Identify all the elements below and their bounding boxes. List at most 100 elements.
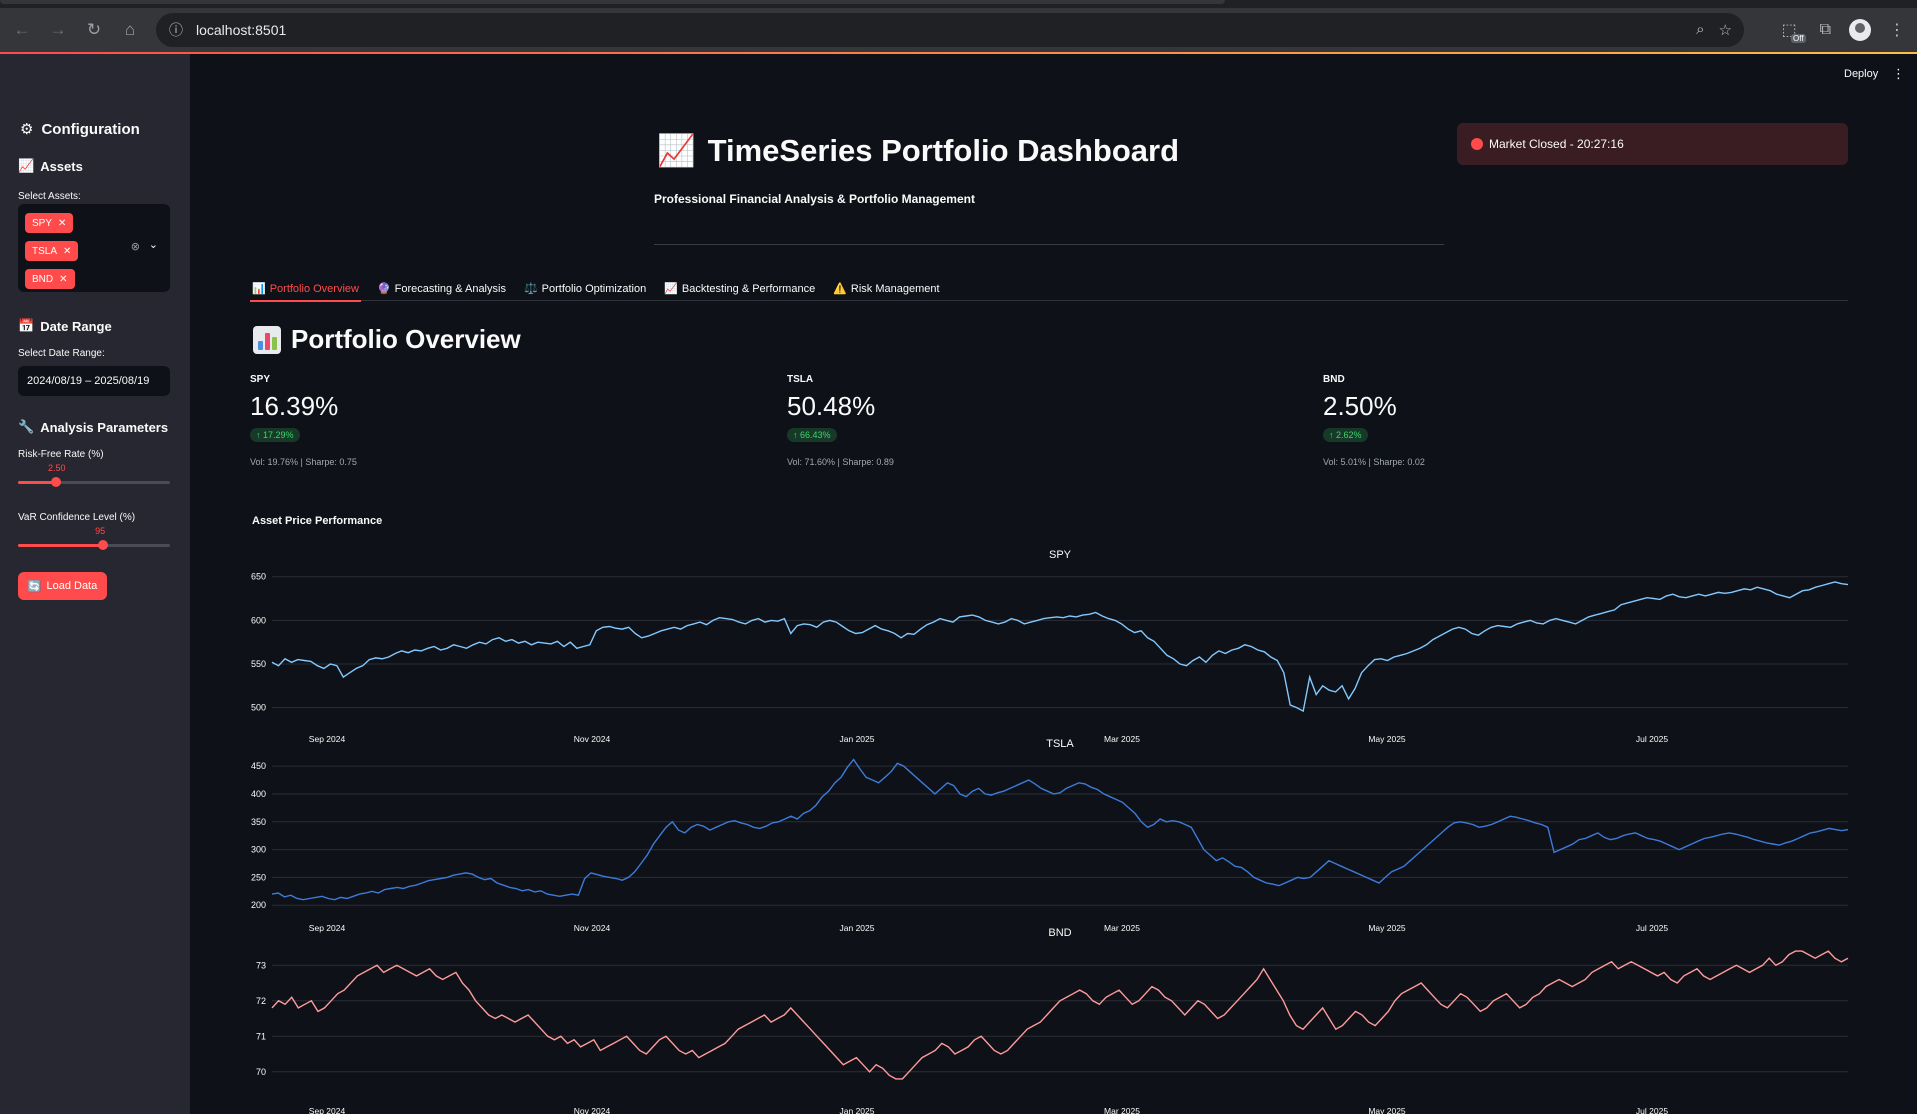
site-info-icon[interactable]: ⓘ bbox=[156, 20, 196, 40]
browser-toolbar: ← → ↻ ⌂ ⓘ localhost:8501 ⌕ ☆ ⬚ Off ⧉ ⋮ bbox=[0, 8, 1917, 52]
metric-label: TSLA bbox=[787, 374, 814, 385]
wrench-icon: 🔧 bbox=[18, 419, 35, 434]
remove-chip-icon[interactable]: ✕ bbox=[63, 246, 71, 257]
remove-chip-icon[interactable]: ✕ bbox=[59, 274, 67, 285]
clear-all-icon[interactable]: ⊗ bbox=[131, 240, 140, 253]
forward-icon[interactable]: → bbox=[40, 12, 76, 48]
x-tick-label: Mar 2025 bbox=[1104, 923, 1140, 933]
params-section-title: 🔧 Analysis Parameters bbox=[18, 419, 169, 435]
y-tick-label: 250 bbox=[251, 872, 266, 882]
extensions-puzzle-icon[interactable]: ⧉ bbox=[1820, 21, 1831, 39]
metric-label: BND bbox=[1323, 374, 1345, 385]
tab-optimization[interactable]: ⚖️ Portfolio Optimization bbox=[522, 276, 648, 301]
x-tick-label: May 2025 bbox=[1368, 734, 1406, 744]
price-charts[interactable]: SPY 500 550 600 650 Sep 2024 Nov 2024 Jan 2025 M… bbox=[240, 540, 1850, 1114]
sidebar-config-title: ⚙ Configuration bbox=[20, 120, 140, 139]
overview-title: Portfolio Overview bbox=[253, 324, 521, 355]
chart-increasing-icon: 📈 bbox=[657, 133, 696, 168]
series-line-spy bbox=[271, 581, 1849, 713]
zoom-icon[interactable]: ⌕ bbox=[1696, 21, 1704, 39]
risk-free-slider[interactable] bbox=[18, 477, 170, 487]
address-bar[interactable]: ⓘ localhost:8501 ⌕ ☆ bbox=[156, 13, 1744, 47]
home-icon[interactable]: ⌂ bbox=[112, 12, 148, 48]
y-tick-label: 450 bbox=[251, 761, 266, 771]
y-tick-label: 200 bbox=[251, 900, 266, 910]
bookmark-star-icon[interactable]: ☆ bbox=[1719, 21, 1732, 39]
crystal-ball-icon: 🔮 bbox=[376, 283, 391, 295]
y-tick-label: 400 bbox=[251, 789, 266, 799]
chevron-down-icon[interactable]: ⌄ bbox=[149, 238, 158, 251]
asset-chip-spy[interactable]: SPY ✕ bbox=[25, 213, 74, 233]
calendar-icon: 📅 bbox=[18, 318, 35, 333]
profile-avatar[interactable] bbox=[1849, 19, 1871, 41]
risk-free-value: 2.50 bbox=[48, 463, 66, 473]
tab-risk-management[interactable]: ⚠️ Risk Management bbox=[831, 276, 941, 301]
slider-thumb[interactable] bbox=[98, 540, 109, 550]
series-line-tsla bbox=[271, 758, 1849, 901]
main-menu-icon[interactable]: ⋮ bbox=[1892, 66, 1905, 82]
x-tick-label: Sep 2024 bbox=[309, 923, 346, 933]
date-range-input[interactable]: 2024/08/19 – 2025/08/19 bbox=[18, 366, 170, 396]
remove-chip-icon[interactable]: ✕ bbox=[58, 218, 66, 229]
bar-chart-icon bbox=[253, 325, 281, 354]
asset-chip-tsla[interactable]: TSLA ✕ bbox=[25, 241, 79, 261]
metric-note: Vol: 71.60% | Sharpe: 0.89 bbox=[787, 457, 894, 467]
refresh-icon: 🔄 bbox=[27, 580, 42, 593]
page-subtitle: Professional Financial Analysis & Portfo… bbox=[654, 192, 975, 206]
deploy-button[interactable]: Deploy bbox=[1844, 68, 1878, 80]
x-tick-label: May 2025 bbox=[1368, 1106, 1406, 1114]
load-data-button[interactable]: 🔄 Load Data bbox=[18, 572, 107, 600]
metric-bnd: BND 2.50% ↑ 2.62% Vol: 5.01% | Sharpe: 0… bbox=[1323, 374, 1425, 467]
assets-section-title: 📈 Assets bbox=[18, 158, 83, 174]
x-tick-label: Jul 2025 bbox=[1636, 923, 1668, 933]
chart-heading: Asset Price Performance bbox=[252, 515, 383, 527]
asset-chip-bnd[interactable]: BND ✕ bbox=[25, 269, 75, 289]
x-tick-label: Sep 2024 bbox=[309, 1106, 346, 1114]
scales-icon: ⚖️ bbox=[523, 283, 538, 295]
slider-thumb[interactable] bbox=[51, 477, 61, 487]
assets-multiselect[interactable]: SPY ✕ TSLA ✕ BND ✕ ⊗ ⌄ bbox=[18, 204, 170, 292]
gear-icon: ⚙ bbox=[20, 121, 34, 138]
y-tick-label: 600 bbox=[251, 615, 266, 625]
metric-label: SPY bbox=[250, 374, 271, 385]
y-tick-label: 73 bbox=[256, 960, 266, 970]
var-confidence-slider[interactable] bbox=[18, 540, 170, 550]
url-text[interactable]: localhost:8501 bbox=[196, 22, 286, 38]
tab-backtesting[interactable]: 📈 Backtesting & Performance bbox=[662, 276, 817, 301]
browser-tab-strip bbox=[0, 0, 1917, 8]
metric-spy: SPY 16.39% ↑ 17.29% Vol: 19.76% | Sharpe… bbox=[250, 374, 357, 467]
x-tick-label: May 2025 bbox=[1368, 923, 1406, 933]
date-section-title: 📅 Date Range bbox=[18, 318, 112, 334]
back-icon[interactable]: ← bbox=[4, 12, 40, 48]
chart-title: SPY bbox=[1049, 549, 1072, 561]
page-title: 📈 TimeSeries Portfolio Dashboard bbox=[657, 132, 1180, 169]
x-tick-label: Mar 2025 bbox=[1104, 734, 1140, 744]
x-tick-label: Nov 2024 bbox=[574, 1106, 611, 1114]
reload-icon[interactable]: ↻ bbox=[76, 12, 112, 48]
tab-portfolio-overview[interactable]: 📊 Portfolio Overview bbox=[250, 276, 361, 302]
x-tick-label: Nov 2024 bbox=[574, 734, 611, 744]
x-tick-label: Jul 2025 bbox=[1636, 734, 1668, 744]
date-range-label: Select Date Range: bbox=[18, 348, 105, 359]
chart-title: BND bbox=[1048, 927, 1071, 939]
sidebar: ⚙ Configuration 📈 Assets Select Assets: … bbox=[0, 54, 190, 1114]
x-tick-label: Nov 2024 bbox=[574, 923, 611, 933]
x-tick-label: Jan 2025 bbox=[840, 923, 875, 933]
metric-delta: ↑ 2.62% bbox=[1323, 428, 1368, 442]
metric-value: 2.50% bbox=[1323, 391, 1397, 421]
select-assets-label: Select Assets: bbox=[18, 191, 81, 202]
y-tick-label: 300 bbox=[251, 845, 266, 855]
chart-title: TSLA bbox=[1046, 738, 1074, 750]
chart-up-icon: 📈 bbox=[18, 158, 35, 173]
var-confidence-value: 95 bbox=[95, 526, 106, 536]
metric-note: Vol: 5.01% | Sharpe: 0.02 bbox=[1323, 457, 1425, 467]
browser-menu-icon[interactable]: ⋮ bbox=[1889, 20, 1905, 40]
red-circle-icon bbox=[1471, 138, 1483, 150]
extension-off-icon[interactable]: ⬚ Off bbox=[1782, 20, 1806, 43]
x-tick-label: Jan 2025 bbox=[840, 1106, 875, 1114]
x-tick-label: Jan 2025 bbox=[840, 734, 875, 744]
metric-delta: ↑ 66.43% bbox=[787, 428, 837, 442]
x-tick-label: Jul 2025 bbox=[1636, 1106, 1668, 1114]
tab-forecasting[interactable]: 🔮 Forecasting & Analysis bbox=[375, 276, 508, 301]
metric-note: Vol: 19.76% | Sharpe: 0.75 bbox=[250, 457, 357, 467]
